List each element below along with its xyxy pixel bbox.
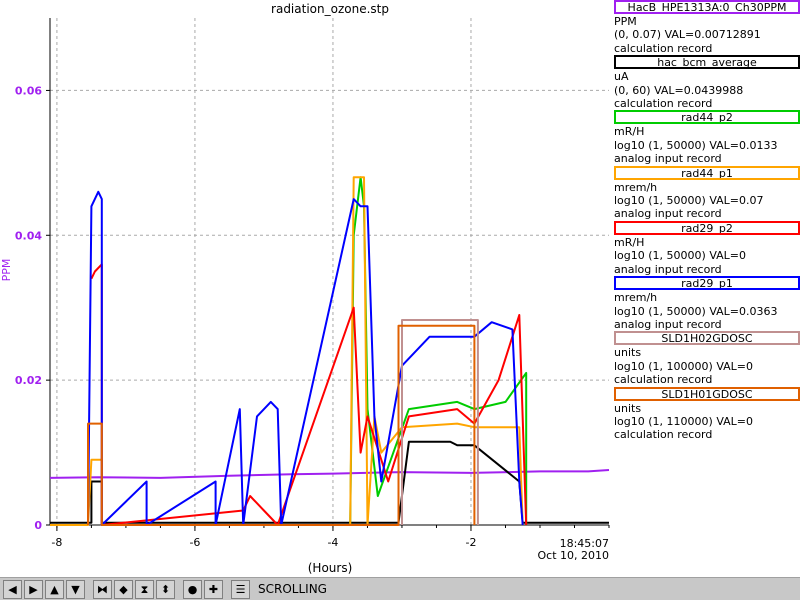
legend-range: log10 (1, 50000) VAL=0.0363 xyxy=(614,304,778,318)
legend-record: calculation record xyxy=(614,97,713,111)
legend-range: (0, 60) VAL=0.0439988 xyxy=(614,83,744,97)
legend-item[interactable]: hac_bcm_average uA (0, 60) VAL=0.0439988 ca… xyxy=(614,55,800,110)
crosshair-icon: ✚ xyxy=(208,582,219,596)
legend-units: mR/H xyxy=(614,125,645,139)
legend-units: mR/H xyxy=(614,235,645,249)
zoom-out-y-icon: ⬍ xyxy=(160,582,171,596)
auto-scale-button[interactable]: ● xyxy=(183,579,202,599)
series-line-SLD1H02GDOSC[interactable] xyxy=(401,319,479,525)
legend-range: log10 (1, 50000) VAL=0 xyxy=(614,249,747,263)
legend-series-name[interactable]: rad44_p1 xyxy=(614,165,800,180)
zoom-in-y-button[interactable]: ⧗ xyxy=(135,579,154,599)
legend-series-name[interactable]: rad29_p2 xyxy=(614,220,800,235)
config-button[interactable]: ☰ xyxy=(231,579,250,599)
legend-series-name[interactable]: SLD1H02GDOSC xyxy=(614,331,800,346)
x-tick-label: -4 xyxy=(327,536,338,549)
y-tick-label: 0.06 xyxy=(15,84,42,97)
zoom-out-y-button[interactable]: ⬍ xyxy=(156,579,175,599)
zoom-in-x-icon: ⧓ xyxy=(97,582,108,596)
pan-left-button[interactable]: ◀ xyxy=(3,579,22,599)
legend-item[interactable]: rad44_p2 mR/H log10 (1, 50000) VAL=0.0133 a… xyxy=(614,110,800,165)
legend-series-name[interactable]: hac_bcm_average xyxy=(614,55,800,70)
legend-range: log10 (1, 110000) VAL=0 xyxy=(614,414,754,428)
legend-record: analog input record xyxy=(614,317,722,331)
legend-range: (0, 0.07) VAL=0.00712891 xyxy=(614,28,761,42)
legend-series-name[interactable]: SLD1H01GDOSC xyxy=(614,386,800,401)
pan-down-button[interactable]: ▼ xyxy=(66,579,85,599)
status-text: SCROLLING xyxy=(258,582,327,596)
legend-record: calculation record xyxy=(614,428,713,442)
legend-units: units xyxy=(614,346,642,360)
legend-units: uA xyxy=(614,70,629,84)
legend-series-name[interactable]: rad29_p1 xyxy=(614,276,800,291)
zoom-in-x-button[interactable]: ⧓ xyxy=(93,579,112,599)
toolbar: ◀ ▶ ▲ ▼ ⧓ ◆ ⧗ ⬍ ● ✚ ☰ SCROLLING xyxy=(0,577,800,600)
legend-item[interactable]: rad44_p1 mrem/h log10 (1, 50000) VAL=0.07 a… xyxy=(614,165,800,221)
arrow-down-icon: ▼ xyxy=(71,582,80,596)
legend-units: mrem/h xyxy=(614,291,658,305)
legend-series-name[interactable]: rad44_p2 xyxy=(614,110,800,125)
arrow-left-icon: ◀ xyxy=(8,582,17,596)
legend-range: log10 (1, 50000) VAL=0.07 xyxy=(614,194,764,208)
pan-up-button[interactable]: ▲ xyxy=(45,579,64,599)
series-line-rad29_p2[interactable] xyxy=(90,263,528,526)
legend-item[interactable]: SLD1H01GDOSC units log10 (1, 110000) VAL=0… xyxy=(614,386,800,442)
x-tick-label: -6 xyxy=(189,536,200,549)
legend-series-name[interactable]: HacB_HPE1313A:0_Ch30PPM xyxy=(614,0,800,14)
zoom-out-x-icon: ◆ xyxy=(119,582,128,596)
legend-range: log10 (1, 100000) VAL=0 xyxy=(614,359,754,373)
chart-title: radiation_ozone.stp xyxy=(271,2,389,16)
legend-units: PPM xyxy=(614,15,637,28)
y-tick-label: 0.02 xyxy=(15,374,42,387)
legend-record: analog input record xyxy=(614,207,722,221)
legend-item[interactable]: SLD1H02GDOSC units log10 (1, 100000) VAL=0… xyxy=(614,331,800,386)
arrow-right-icon: ▶ xyxy=(29,582,38,596)
zoom-out-x-button[interactable]: ◆ xyxy=(114,579,133,599)
legend: HacB_HPE1313A:0_Ch30PPM PPM (0, 0.07) VAL=… xyxy=(614,0,800,442)
legend-units: units xyxy=(614,401,642,415)
cursor-button[interactable]: ✚ xyxy=(204,579,223,599)
legend-item[interactable]: HacB_HPE1313A:0_Ch30PPM PPM (0, 0.07) VAL=… xyxy=(614,0,800,55)
y-tick-label: 0.04 xyxy=(15,229,42,242)
end-date-label: Oct 10, 2010 xyxy=(538,549,610,562)
legend-item[interactable]: rad29_p2 mR/H log10 (1, 50000) VAL=0 analog… xyxy=(614,220,800,276)
legend-record: calculation record xyxy=(614,41,713,55)
legend-record: calculation record xyxy=(614,373,713,387)
x-tick-label: -2 xyxy=(465,536,476,549)
pan-right-button[interactable]: ▶ xyxy=(24,579,43,599)
legend-range: log10 (1, 50000) VAL=0.0133 xyxy=(614,138,778,152)
legend-units: mrem/h xyxy=(614,180,658,194)
circle-icon: ● xyxy=(187,582,198,596)
config-icon: ☰ xyxy=(235,582,246,596)
zoom-in-y-icon: ⧗ xyxy=(140,582,149,596)
x-tick-label: -8 xyxy=(51,536,62,549)
y-tick-label: 0 xyxy=(34,519,42,532)
arrow-up-icon: ▲ xyxy=(50,582,59,596)
legend-record: analog input record xyxy=(614,152,722,166)
legend-record: analog input record xyxy=(614,262,722,276)
legend-item[interactable]: rad29_p1 mrem/h log10 (1, 50000) VAL=0.036… xyxy=(614,276,800,331)
chart-plot[interactable]: radiation_ozone.stp 0 0.02 0.04 0.06 -8 -6 -4 -2… xyxy=(0,0,612,577)
y-axis-label: PPM xyxy=(0,259,13,282)
x-axis-label: (Hours) xyxy=(308,561,353,575)
